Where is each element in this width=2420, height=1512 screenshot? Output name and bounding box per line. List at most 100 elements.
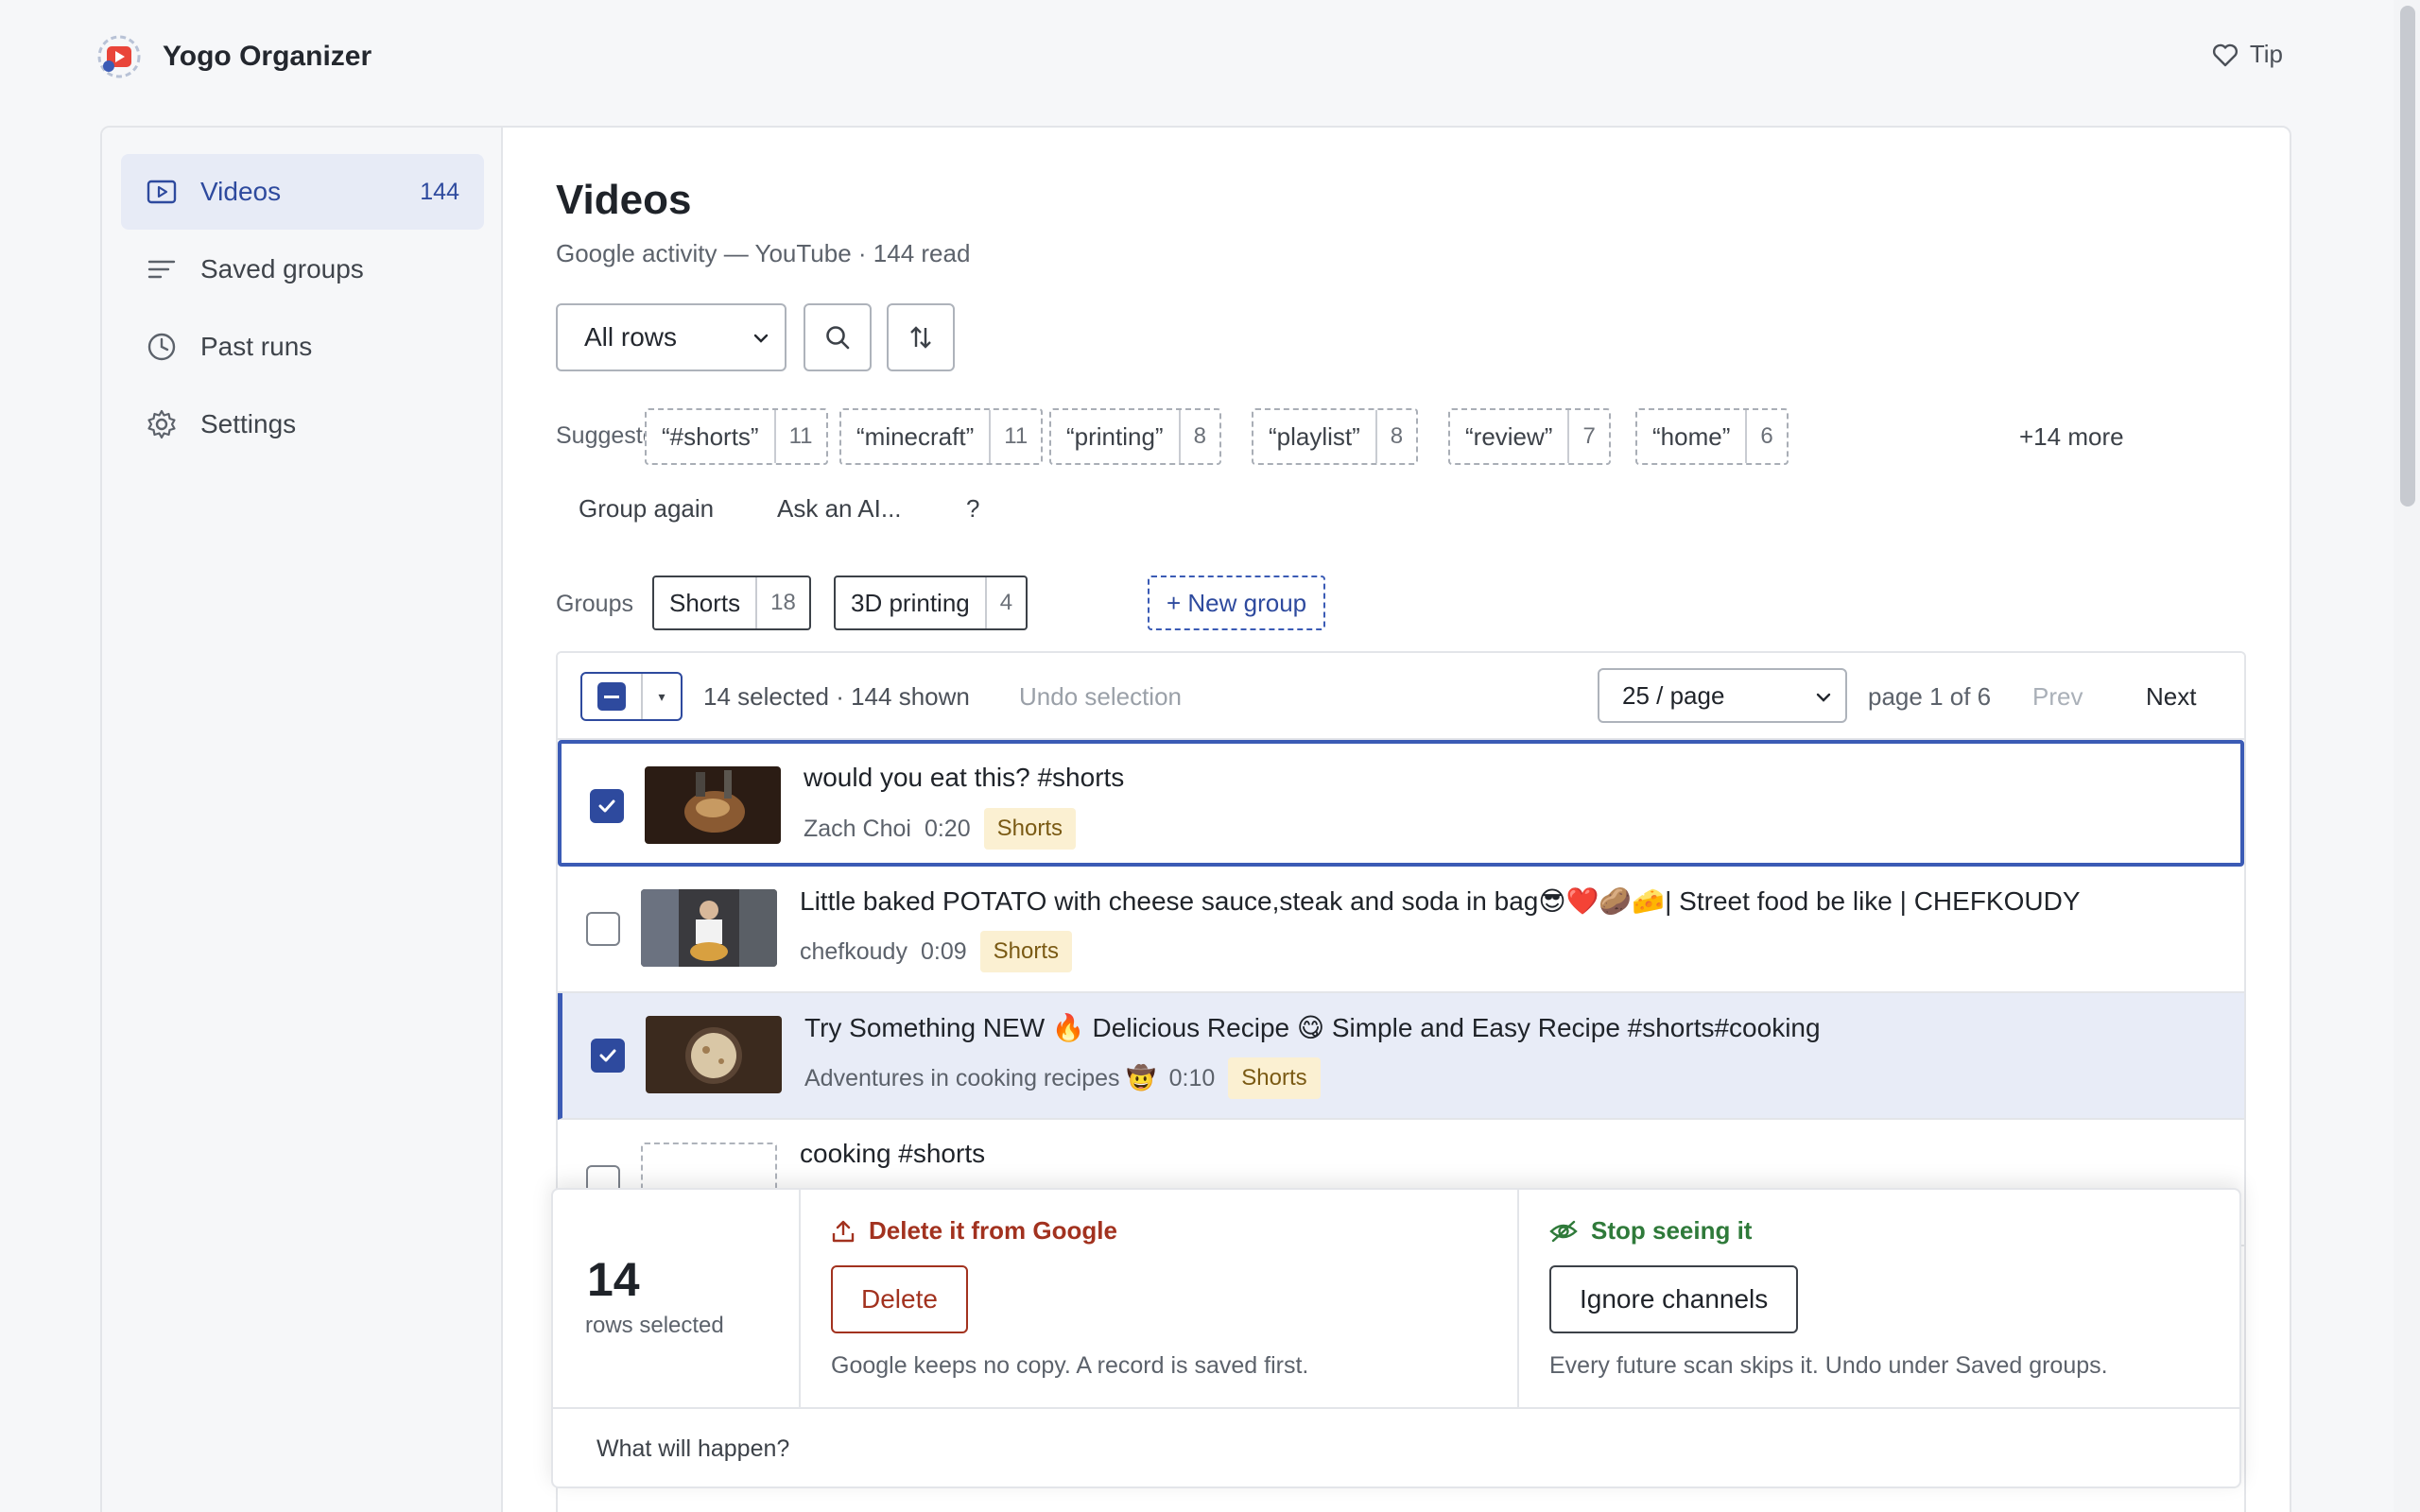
ignore-channels-button[interactable]: Ignore channels: [1549, 1265, 1799, 1333]
video-thumbnail[interactable]: [645, 766, 781, 844]
tip-button[interactable]: Tip: [2212, 40, 2283, 69]
video-title[interactable]: Try Something NEW 🔥 Delicious Recipe 😋 S…: [804, 1012, 1821, 1043]
per-page-select[interactable]: 25 / page: [1598, 668, 1847, 723]
chip-count: 11: [989, 410, 1041, 463]
sidebar-item-label: Settings: [200, 409, 297, 438]
suggested-chip-review[interactable]: “review” 7: [1448, 408, 1611, 465]
ignore-heading-text: Stop seeing it: [1591, 1216, 1753, 1245]
prev-page-button[interactable]: Prev: [2032, 682, 2083, 712]
app-logo-icon: [97, 35, 141, 78]
ignore-section: Stop seeing it Ignore channels Every fut…: [1519, 1190, 2239, 1407]
chip-count: 6: [1745, 410, 1786, 463]
chip-count: 7: [1567, 410, 1608, 463]
per-page-value: 25 / page: [1622, 680, 1725, 710]
table-row[interactable]: Try Something NEW 🔥 Delicious Recipe 😋 S…: [558, 993, 2244, 1120]
group-badge: Shorts: [983, 808, 1076, 850]
brand[interactable]: Yogo Organizer: [95, 32, 372, 81]
page-scrollbar[interactable]: [2394, 0, 2420, 1512]
table-row[interactable]: Little baked POTATO with cheese sauce,st…: [558, 867, 2244, 993]
chip-text: “review”: [1465, 421, 1553, 451]
chip-text: “home”: [1652, 421, 1731, 451]
chip-text: 3D printing: [851, 588, 970, 617]
video-thumbnail[interactable]: [646, 1016, 782, 1093]
delete-note: Google keeps no copy. A record is saved …: [831, 1352, 1309, 1379]
eye-off-icon: [1549, 1220, 1578, 1242]
undo-selection-button[interactable]: Undo selection: [1019, 682, 1182, 712]
ask-ai-button[interactable]: Ask an AI...: [777, 494, 902, 524]
caret-down-icon[interactable]: ▾: [643, 674, 681, 719]
sidebar-item-past-runs[interactable]: Past runs: [121, 309, 484, 385]
chip-text: Shorts: [669, 588, 741, 617]
chevron-down-icon: [753, 334, 769, 343]
sidebar-item-label: Videos: [200, 177, 282, 206]
group-again-button[interactable]: Group again: [579, 494, 714, 524]
list-header: ▾ 14 selected · 144 shown Undo selection…: [558, 653, 2244, 740]
selection-summary: 14 selected · 144 shown: [703, 682, 970, 711]
row-checkbox[interactable]: [591, 1039, 625, 1073]
more-suggestions-link[interactable]: +14 more: [2019, 422, 2124, 452]
page-info: page 1 of 6: [1868, 682, 1992, 711]
delete-heading: Delete it from Google: [831, 1216, 1117, 1246]
app-name: Yogo Organizer: [163, 41, 372, 72]
selected-count: 14: [587, 1253, 640, 1306]
clock-icon: [146, 331, 178, 363]
gear-icon: [146, 408, 178, 440]
bulk-action-bar: 14 rows selected Delete it from Google D…: [551, 1188, 2241, 1488]
sidebar: Videos 144 Saved groups Past runs Settin…: [102, 128, 503, 1512]
video-meta: chefkoudy 0:09 Shorts: [800, 931, 1073, 972]
sidebar-item-label: Past runs: [200, 332, 313, 361]
chip-count: 11: [773, 410, 826, 463]
video-meta: Adventures in cooking recipes 🤠 0:10 Sho…: [804, 1057, 1321, 1099]
suggested-chip-playlist[interactable]: “playlist” 8: [1252, 408, 1419, 465]
bulk-select-checkbox[interactable]: [582, 674, 643, 719]
what-will-happen-label: What will happen?: [596, 1435, 790, 1462]
channel-name: Zach Choi: [804, 815, 911, 842]
new-group-button[interactable]: + New group: [1148, 576, 1326, 630]
suggested-chip-shorts[interactable]: “#shorts” 11: [645, 408, 828, 465]
upload-icon: [832, 1220, 855, 1242]
what-will-happen-toggle[interactable]: What will happen?: [553, 1407, 2239, 1486]
heart-icon: [2212, 43, 2238, 66]
delete-section: Delete it from Google Delete Google keep…: [801, 1190, 1519, 1407]
chip-count: 8: [1374, 410, 1416, 463]
row-checkbox[interactable]: [590, 789, 624, 823]
video-duration: 0:20: [924, 815, 971, 842]
video-title[interactable]: cooking #shorts: [800, 1139, 985, 1169]
bulk-select-control[interactable]: ▾: [580, 672, 683, 721]
video-duration: 0:10: [1168, 1064, 1216, 1091]
delete-heading-text: Delete it from Google: [869, 1216, 1117, 1245]
channel-name: chefkoudy: [800, 937, 908, 965]
sidebar-item-videos[interactable]: Videos 144: [121, 154, 484, 230]
groups-label: Groups: [556, 591, 633, 617]
group-chip-shorts[interactable]: Shorts 18: [652, 576, 811, 630]
table-row[interactable]: would you eat this? #shorts Zach Choi 0:…: [558, 740, 2244, 867]
suggested-chip-home[interactable]: “home” 6: [1635, 408, 1789, 465]
suggested-chip-printing[interactable]: “printing” 8: [1049, 408, 1221, 465]
sort-button[interactable]: [887, 303, 955, 371]
next-page-button[interactable]: Next: [2146, 682, 2196, 712]
page-title: Videos: [556, 177, 692, 223]
group-chip-3d-printing[interactable]: 3D printing 4: [834, 576, 1028, 630]
sidebar-item-label: Saved groups: [200, 254, 364, 284]
chip-count: 8: [1178, 410, 1219, 463]
search-icon: [826, 326, 850, 350]
scrollbar-thumb[interactable]: [2400, 6, 2415, 507]
rows-filter-select[interactable]: All rows: [556, 303, 786, 371]
channel-name: Adventures in cooking recipes 🤠: [804, 1064, 1156, 1091]
suggested-help-button[interactable]: ?: [966, 494, 979, 524]
chip-count: 4: [984, 577, 1026, 628]
top-bar: Yogo Organizer Tip: [0, 0, 2420, 117]
sidebar-item-settings[interactable]: Settings: [121, 387, 484, 462]
row-checkbox[interactable]: [586, 912, 620, 946]
chevron-down-icon: [1816, 693, 1831, 702]
suggested-chip-minecraft[interactable]: “minecraft” 11: [839, 408, 1044, 465]
delete-button[interactable]: Delete: [831, 1265, 968, 1333]
sidebar-item-saved-groups[interactable]: Saved groups: [121, 232, 484, 307]
search-button[interactable]: [804, 303, 872, 371]
group-badge: Shorts: [979, 931, 1073, 972]
video-duration: 0:09: [920, 937, 967, 965]
video-title[interactable]: Little baked POTATO with cheese sauce,st…: [800, 885, 2081, 917]
chip-count: 18: [755, 577, 809, 628]
video-title[interactable]: would you eat this? #shorts: [804, 763, 1124, 793]
video-thumbnail[interactable]: [641, 889, 777, 967]
